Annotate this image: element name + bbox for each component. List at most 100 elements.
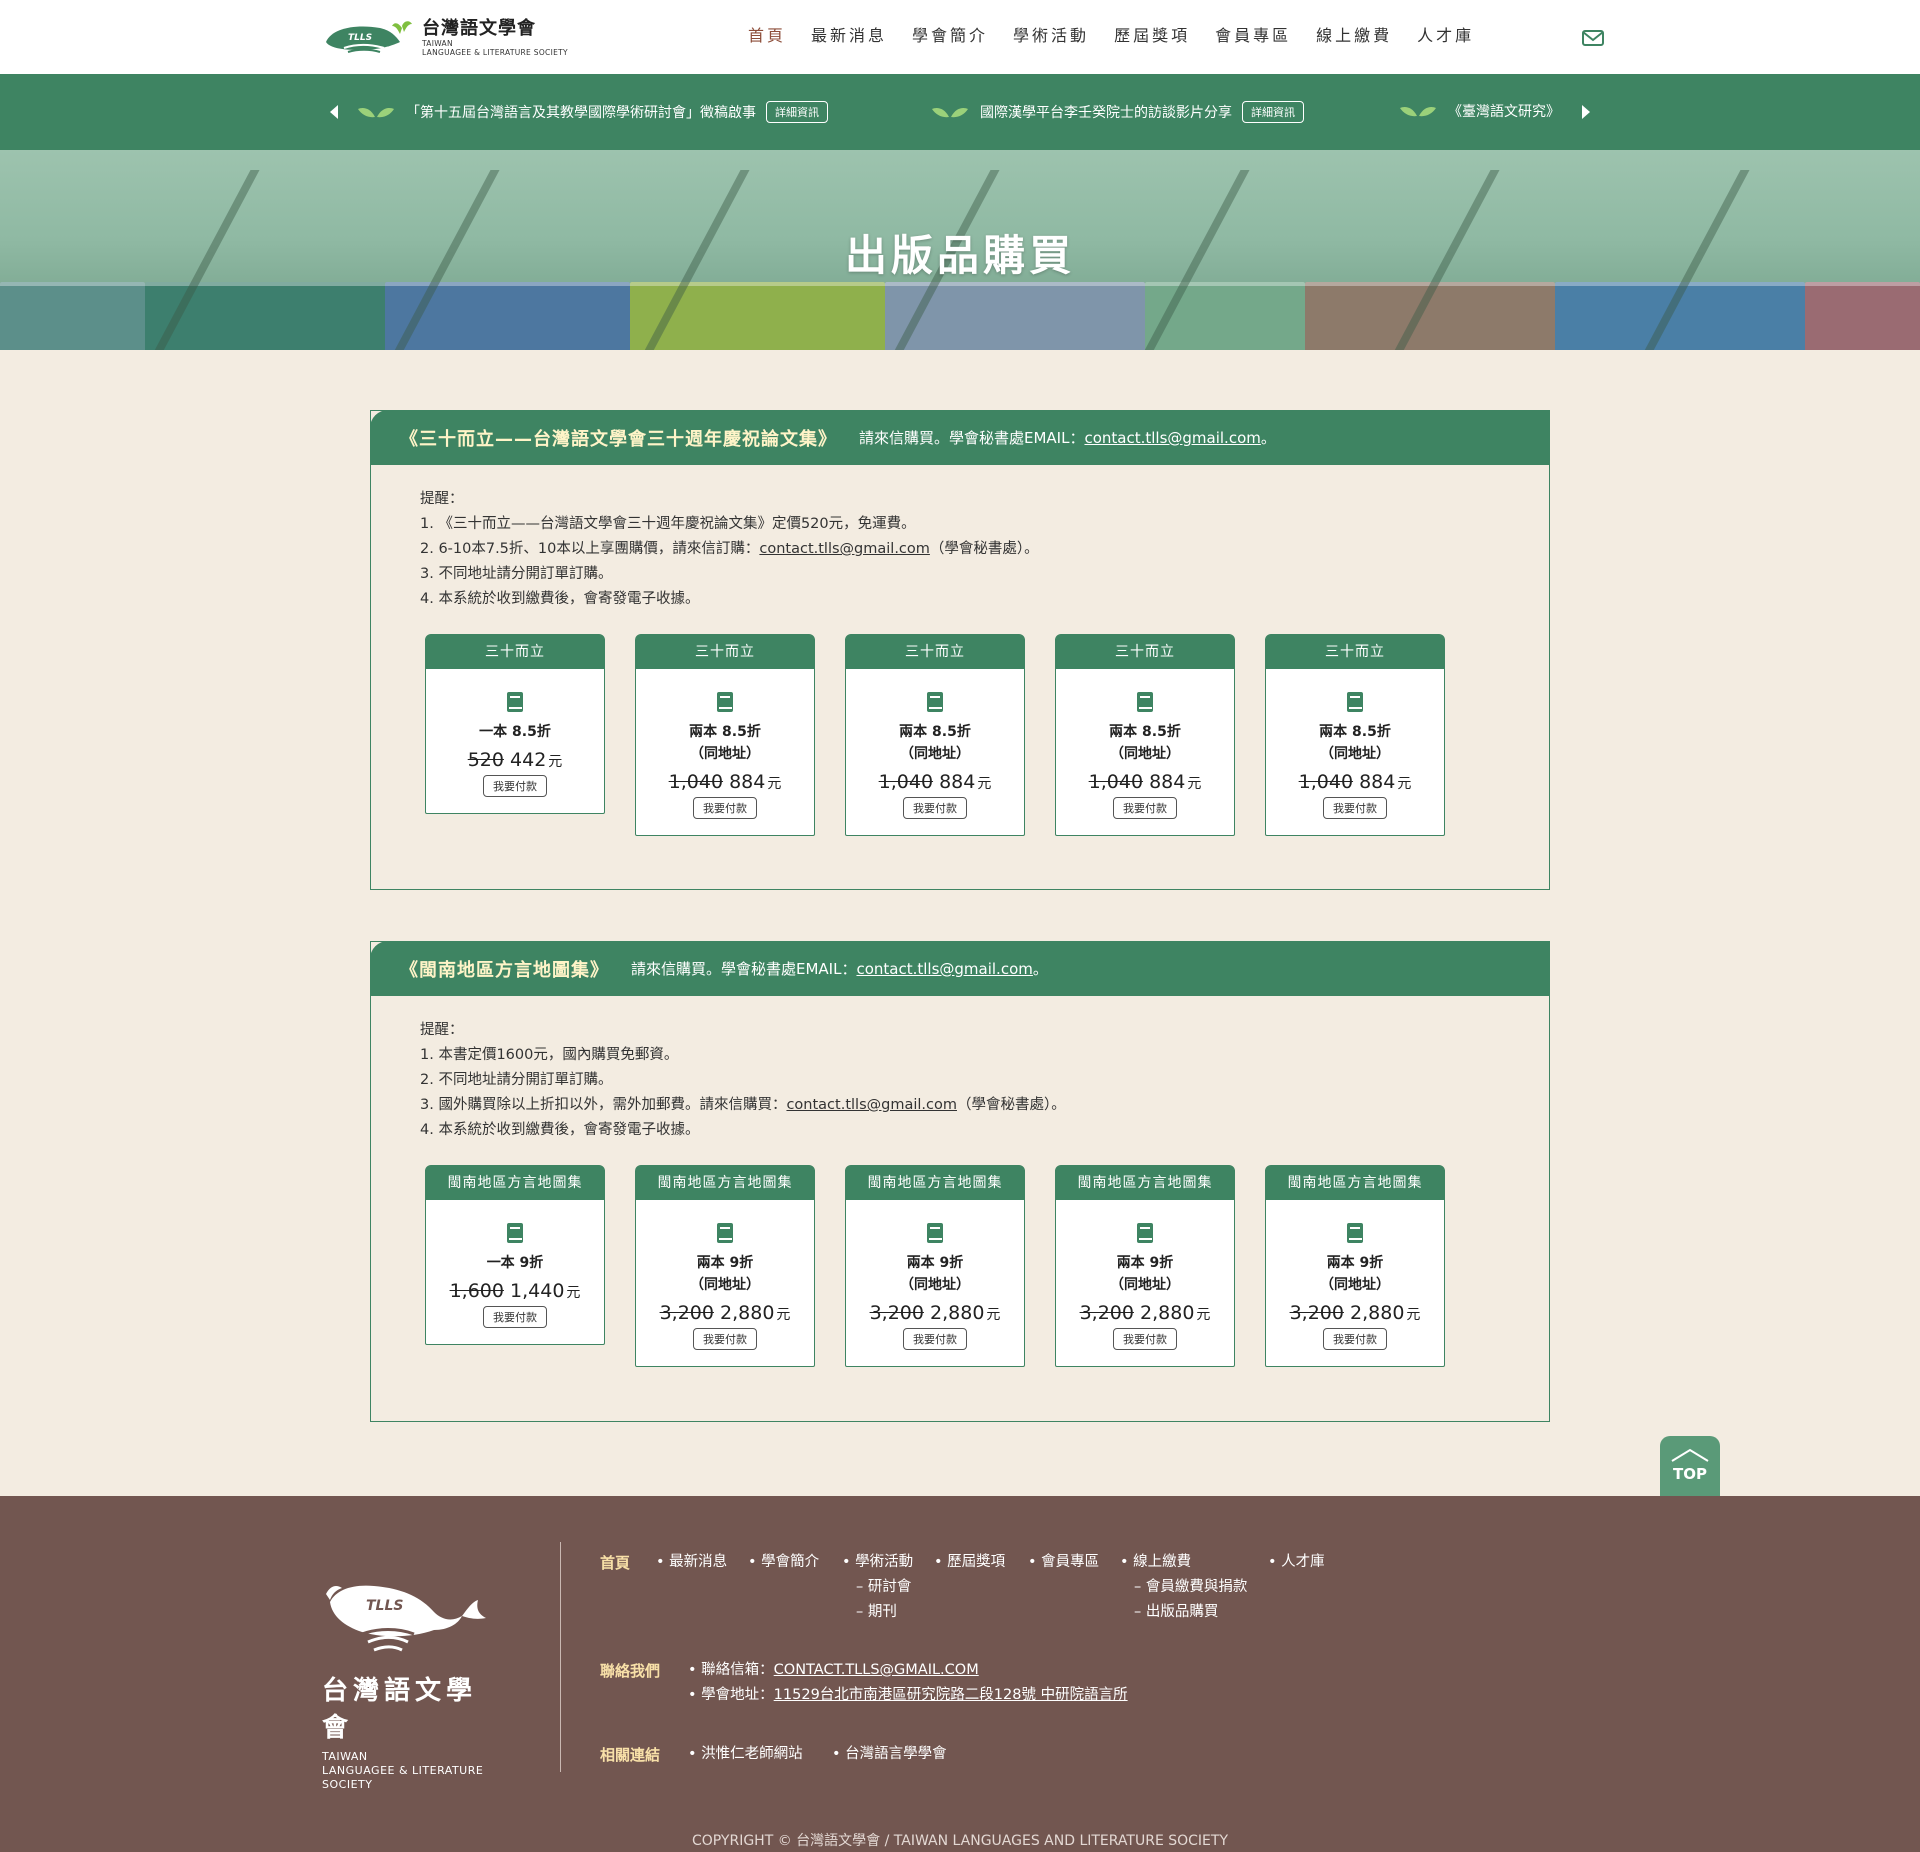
footer-link-seminar[interactable]: – 研討會	[842, 1575, 913, 1600]
email-link[interactable]: contact.tlls@gmail.com	[786, 1097, 957, 1113]
pay-button[interactable]: 我要付款	[483, 775, 547, 797]
leaf-icon	[358, 107, 394, 118]
ticker-text: 《臺灣語文研究》	[1448, 104, 1560, 120]
footer-contact-label: 聯絡我們	[600, 1662, 661, 1680]
footer-link-about[interactable]: • 學會簡介	[748, 1550, 819, 1575]
book-icon	[507, 1223, 523, 1243]
price-card: 閩南地區方言地圖集 一本 9折 1,600 1,440 元 我要付款	[425, 1165, 605, 1345]
nav-activities[interactable]: 學術活動	[1013, 22, 1089, 46]
card-title: 三十而立	[426, 635, 604, 669]
book-icon	[1347, 1223, 1363, 1243]
pay-button[interactable]: 我要付款	[1323, 1328, 1387, 1350]
whale-logo-icon: TLLS	[326, 1585, 486, 1652]
hero-book-decoration	[1805, 282, 1920, 350]
card-title: 閩南地區方言地圖集	[426, 1166, 604, 1200]
card-description: 兩本 9折 （同地址）	[690, 1255, 760, 1293]
section-title: 《閩南地區方言地圖集》	[400, 959, 609, 981]
card-description: 一本 9折	[486, 1255, 544, 1271]
card-price: 3,200 2,880 元	[1079, 1302, 1211, 1324]
ticker-item[interactable]: 《臺灣語文研究》	[1400, 101, 1560, 121]
svg-text:TLLS: TLLS	[348, 33, 372, 43]
card-price: 1,600 1,440 元	[449, 1280, 581, 1302]
nav-members[interactable]: 會員專區	[1215, 22, 1291, 46]
copyright: COPYRIGHT © 台灣語文學會 / TAIWAN LANGUAGES AN…	[692, 1833, 1228, 1849]
pay-button[interactable]: 我要付款	[693, 797, 757, 819]
card-title: 三十而立	[1056, 635, 1234, 669]
footer-link-awards[interactable]: • 歷屆獎項	[934, 1550, 1005, 1575]
card-description: 兩本 8.5折 （同地址）	[1319, 724, 1391, 762]
card-description: 兩本 8.5折 （同地址）	[689, 724, 761, 762]
book-icon	[927, 1223, 943, 1243]
book-icon	[717, 692, 733, 712]
pay-button[interactable]: 我要付款	[483, 1306, 547, 1328]
footer-link-news[interactable]: • 最新消息	[656, 1550, 727, 1575]
pay-button[interactable]: 我要付款	[693, 1328, 757, 1350]
footer-email-link[interactable]: CONTACT.TLLS@GMAIL.COM	[774, 1662, 979, 1678]
email-link[interactable]: contact.tlls@gmail.com	[856, 960, 1032, 978]
hero-book-decoration	[0, 282, 145, 350]
email-link[interactable]: contact.tlls@gmail.com	[759, 541, 930, 557]
nav-home[interactable]: 首頁	[748, 22, 786, 46]
reminder-notes: 提醒： 1. 本書定價1600元，國內購買免郵資。 2. 不同地址請分開訂單訂購…	[420, 1022, 1066, 1138]
arrow-right-icon[interactable]	[1582, 105, 1590, 119]
card-title: 閩南地區方言地圖集	[636, 1166, 814, 1200]
pay-button[interactable]: 我要付款	[903, 797, 967, 819]
book-icon	[1137, 1223, 1153, 1243]
price-card: 三十而立 兩本 8.5折 （同地址） 1,040 884 元 我要付款	[635, 634, 815, 836]
footer-divider	[560, 1542, 561, 1772]
main-nav: 首頁 最新消息 學會簡介 學術活動 歷屆獎項 會員專區 線上繳費 人才庫	[748, 22, 1499, 46]
site-footer: TLLS 台灣語文學會 TAIWAN LANGUAGEE & LITERATUR…	[0, 1496, 1920, 1852]
email-link[interactable]: contact.tlls@gmail.com	[1084, 429, 1260, 447]
ticker-item[interactable]: 「第十五屆台灣語言及其教學國際學術研討會」徵稿啟事 詳細資訊	[358, 101, 828, 123]
price-card: 三十而立 兩本 8.5折 （同地址） 1,040 884 元 我要付款	[845, 634, 1025, 836]
card-price: 1,040 884 元	[878, 771, 992, 793]
footer-address-link[interactable]: 11529台北市南港區研究院路二段128號 中研院語言所	[774, 1687, 1128, 1703]
book-icon	[1137, 692, 1153, 712]
book-icon	[1347, 692, 1363, 712]
leaf-icon	[1400, 106, 1436, 117]
pay-button[interactable]: 我要付款	[903, 1328, 967, 1350]
whale-logo-icon: TLLS	[326, 21, 412, 53]
card-price: 1,040 884 元	[1088, 771, 1202, 793]
pay-button[interactable]: 我要付款	[1323, 797, 1387, 819]
nav-talent[interactable]: 人才庫	[1417, 22, 1474, 46]
footer-link-talent[interactable]: • 人才庫	[1268, 1550, 1325, 1575]
footer-home-link[interactable]: 首頁	[600, 1552, 630, 1573]
pay-button[interactable]: 我要付款	[1113, 797, 1177, 819]
footer-link-member-payment[interactable]: – 會員繳費與捐款	[1120, 1575, 1247, 1600]
nav-news[interactable]: 最新消息	[811, 22, 887, 46]
nav-about[interactable]: 學會簡介	[912, 22, 988, 46]
price-card: 三十而立 兩本 8.5折 （同地址） 1,040 884 元 我要付款	[1055, 634, 1235, 836]
section-header: 《三十而立——台灣語文學會三十週年慶祝論文集》 請來信購買。學會秘書處EMAIL…	[370, 410, 1550, 465]
ticker-detail-button[interactable]: 詳細資訊	[766, 101, 828, 123]
hero-book-decoration	[885, 282, 1145, 350]
mail-icon[interactable]	[1582, 30, 1604, 46]
svg-text:TLLS: TLLS	[366, 1598, 403, 1614]
back-to-top-button[interactable]: TOP	[1660, 1436, 1720, 1496]
card-description: 兩本 9折 （同地址）	[1110, 1255, 1180, 1293]
nav-payment[interactable]: 線上繳費	[1316, 22, 1392, 46]
top-label: TOP	[1673, 1465, 1707, 1483]
ticker-detail-button[interactable]: 詳細資訊	[1242, 101, 1304, 123]
footer-link-members[interactable]: • 會員專區	[1028, 1550, 1099, 1575]
top-arrow-icon	[1671, 1448, 1709, 1462]
site-logo[interactable]: TLLS 台灣語文學會 TAIWAN LANGUAGEE & LITERATUR…	[322, 14, 602, 62]
footer-logo: TLLS 台灣語文學會 TAIWAN LANGUAGEE & LITERATUR…	[322, 1576, 502, 1792]
card-price: 3,200 2,880 元	[1289, 1302, 1421, 1324]
nav-awards[interactable]: 歷屆獎項	[1114, 22, 1190, 46]
ticker-item[interactable]: 國際漢學平台李壬癸院士的訪談影片分享 詳細資訊	[932, 101, 1304, 123]
footer-related-link-1[interactable]: • 洪惟仁老師網站	[688, 1742, 803, 1767]
footer-logo-subtitle: TAIWAN LANGUAGEE & LITERATURE SOCIETY	[322, 1750, 484, 1791]
footer-link-publication-purchase[interactable]: – 出版品購買	[1120, 1600, 1247, 1625]
section-title: 《三十而立——台灣語文學會三十週年慶祝論文集》	[400, 428, 837, 450]
card-title: 閩南地區方言地圖集	[1266, 1166, 1444, 1200]
pay-button[interactable]: 我要付款	[1113, 1328, 1177, 1350]
arrow-left-icon[interactable]	[330, 105, 338, 119]
footer-related-link-2[interactable]: • 台灣語言學學會	[832, 1742, 947, 1767]
hero-banner: 出版品購買	[0, 150, 1920, 350]
product-section-thirty: 《三十而立——台灣語文學會三十週年慶祝論文集》 請來信購買。學會秘書處EMAIL…	[370, 410, 1550, 890]
book-icon	[717, 1223, 733, 1243]
card-description: 兩本 8.5折 （同地址）	[1109, 724, 1181, 762]
section-note: 請來信購買。學會秘書處EMAIL：contact.tlls@gmail.com。	[859, 429, 1276, 447]
footer-link-journal[interactable]: – 期刊	[842, 1600, 913, 1625]
